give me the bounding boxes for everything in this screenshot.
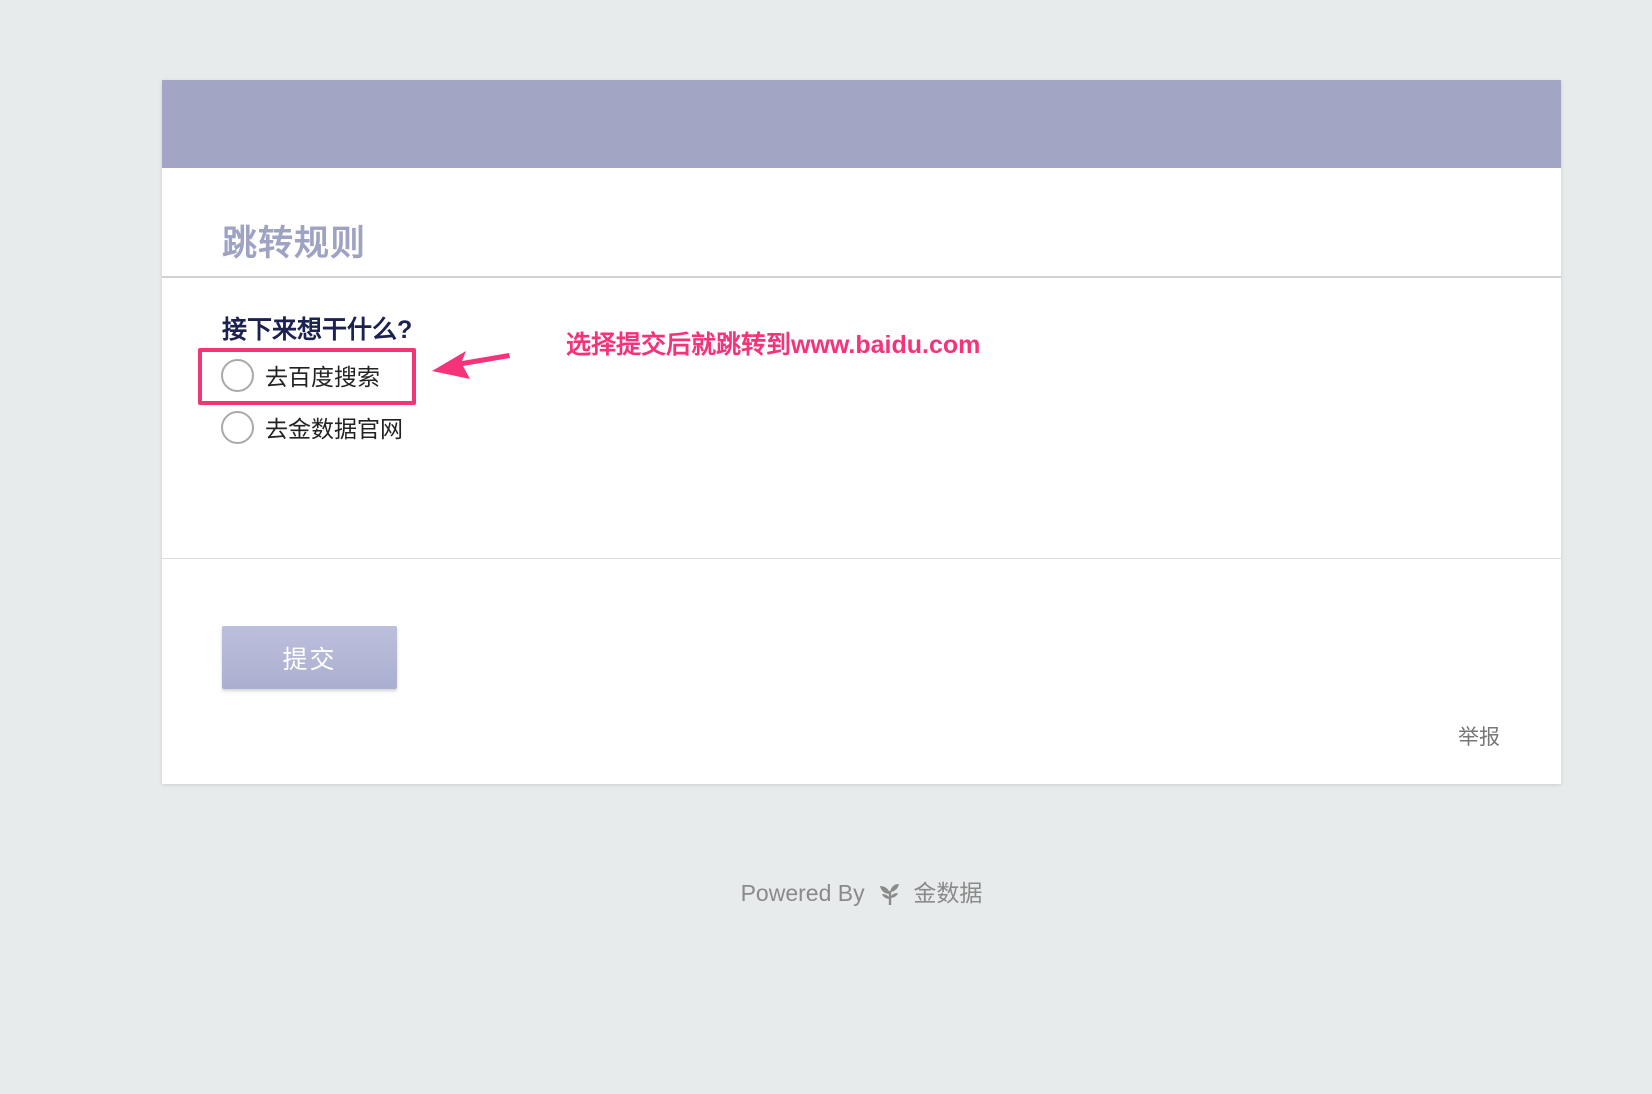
sprout-icon	[880, 884, 899, 905]
report-link[interactable]: 举报	[1458, 721, 1500, 751]
form-card: 跳转规则 接下来想干什么? 去百度搜索 去金数据官网 提交 举报	[162, 80, 1561, 784]
title-divider	[162, 276, 1561, 278]
submit-button[interactable]: 提交	[222, 626, 397, 689]
form-header-band	[162, 80, 1561, 168]
brand-name[interactable]: 金数据	[913, 880, 982, 906]
powered-by-text: Powered By	[740, 880, 865, 906]
annotation-text: 选择提交后就跳转到www.baidu.com	[566, 331, 981, 359]
option-jinshuju-site[interactable]: 去金数据官网	[221, 410, 403, 444]
option-label: 去金数据官网	[265, 416, 403, 442]
section-divider	[162, 558, 1561, 559]
footer: Powered By 金数据	[162, 874, 1561, 908]
radio-button[interactable]	[221, 410, 254, 444]
annotation-highlight-box	[198, 348, 416, 405]
question-label: 接下来想干什么?	[222, 316, 413, 344]
form-title: 跳转规则	[222, 224, 367, 263]
